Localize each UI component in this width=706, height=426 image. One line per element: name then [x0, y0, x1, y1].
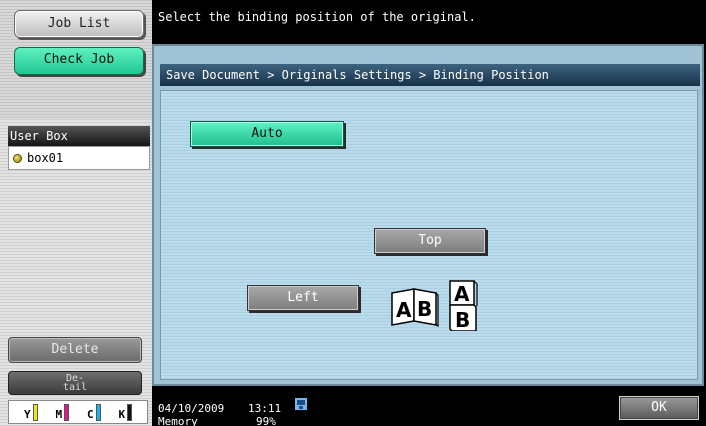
status-date: 04/10/2009 — [158, 402, 225, 415]
book-letter-b1: B — [417, 297, 432, 321]
toner-black: K — [118, 403, 133, 421]
binding-position-icon: A B A B — [391, 280, 478, 331]
book-letter-a1: A — [396, 298, 412, 322]
breadcrumb: Save Document > Originals Settings > Bin… — [160, 64, 700, 86]
toner-label-magenta: M — [55, 407, 63, 421]
instruction-message: Select the binding position of the origi… — [152, 0, 706, 44]
toner-level-yellow — [32, 403, 38, 421]
book-letter-a2: A — [454, 282, 470, 306]
check-job-button[interactable]: Check Job — [14, 47, 144, 75]
toner-level-cyan — [95, 403, 101, 421]
main-panel: Save Document > Originals Settings > Bin… — [152, 44, 704, 386]
box-icon — [13, 153, 22, 163]
toner-label-yellow: Y — [23, 407, 31, 421]
job-list-button[interactable]: Job List — [14, 10, 144, 38]
toner-level-bar: Y M C K — [8, 400, 148, 424]
top-button[interactable]: Top — [374, 228, 486, 254]
auto-button[interactable]: Auto — [190, 121, 344, 147]
status-time: 13:11 — [248, 402, 282, 415]
toner-level-magenta — [64, 403, 70, 421]
network-status-icon — [295, 398, 307, 410]
ok-button[interactable]: OK — [619, 396, 699, 420]
toner-yellow: Y — [23, 403, 38, 421]
toner-magenta: M — [55, 403, 70, 421]
binding-options-area: Auto Top Left A B A B — [160, 90, 698, 380]
toner-level-black — [127, 403, 133, 421]
status-bar: 04/10/2009 13:11 Memory 99% OK — [152, 388, 706, 426]
user-box-list: box01 — [8, 146, 150, 170]
detail-label-line2: tail — [62, 382, 88, 393]
left-sidebar: Job List Check Job User Box box01 Delete… — [0, 0, 152, 426]
user-box-item[interactable]: box01 — [9, 147, 149, 169]
toner-label-black: K — [118, 407, 126, 421]
detail-button[interactable]: De- tail — [8, 371, 142, 395]
memory-value: 99% — [256, 415, 276, 426]
user-box-header: User Box — [8, 126, 150, 146]
memory-label: Memory — [158, 415, 198, 426]
toner-label-cyan: C — [86, 407, 94, 421]
left-button[interactable]: Left — [247, 285, 359, 311]
user-box-item-label: box01 — [27, 151, 64, 165]
book-letter-b2: B — [455, 308, 470, 331]
delete-button[interactable]: Delete — [8, 337, 142, 363]
toner-cyan: C — [86, 403, 101, 421]
